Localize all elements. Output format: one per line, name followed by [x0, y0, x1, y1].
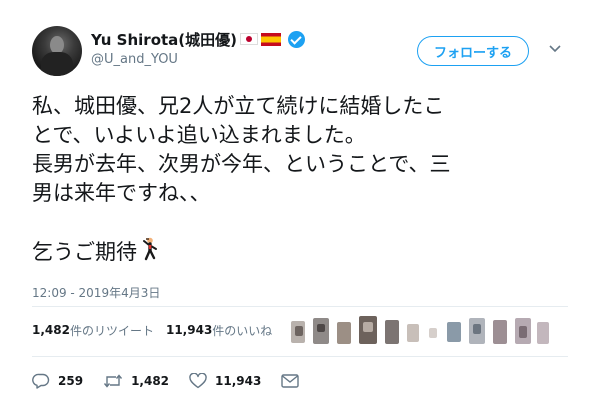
- liker-avatar: [363, 322, 373, 332]
- tweet-closing-line: 乞うご期待: [32, 237, 572, 269]
- tweet-line: とで、いよいよ追い込まれました。: [32, 123, 366, 147]
- tweet-card: Yu Shirota(城田優) @U_and_YOU フォローする 私、城田優、…: [0, 0, 600, 414]
- liker-avatars-pixelated: [291, 312, 551, 350]
- reply-icon: [32, 373, 50, 389]
- verified-badge-icon: [288, 30, 305, 48]
- liker-avatar: [295, 326, 303, 336]
- tweet-line: 男は来年ですね、、: [32, 181, 211, 205]
- man-dancing-emoji-icon: [141, 237, 159, 269]
- envelope-icon: [281, 374, 300, 388]
- tweet-line: 私、城田優、兄2人が立て続けに結婚したこ: [32, 94, 445, 118]
- liker-avatar[interactable]: [429, 328, 437, 338]
- avatar-body: [41, 52, 73, 76]
- liker-avatar: [473, 324, 481, 334]
- display-name[interactable]: Yu Shirota(城田優): [91, 29, 237, 50]
- like-button[interactable]: 11,943: [189, 373, 261, 389]
- liker-avatar: [519, 326, 527, 338]
- action-bar: 259 1,482 11,943: [32, 370, 327, 392]
- divider: [32, 356, 568, 357]
- liker-avatar[interactable]: [337, 322, 351, 344]
- liker-avatar: [317, 324, 325, 332]
- engagement-stats: 1,482 件のリツイート 11,943 件のいいね: [32, 318, 284, 342]
- tweet-line: 長男が去年、次男が今年、ということで、三: [32, 152, 451, 176]
- liker-avatar[interactable]: [385, 320, 399, 344]
- retweets-label[interactable]: 件のリツイート: [70, 322, 154, 339]
- name-badges: [240, 30, 305, 48]
- heart-icon: [189, 373, 207, 389]
- liker-avatar[interactable]: [447, 322, 461, 342]
- retweet-button[interactable]: 1,482: [103, 373, 169, 389]
- japan-flag-icon: [240, 33, 258, 45]
- likes-count[interactable]: 11,943: [166, 323, 212, 337]
- spain-flag-icon: [261, 32, 281, 46]
- follow-button[interactable]: フォローする: [417, 36, 529, 66]
- avatar[interactable]: [32, 26, 82, 76]
- liker-avatar[interactable]: [493, 320, 507, 344]
- reply-count: 259: [58, 374, 84, 388]
- chevron-down-icon[interactable]: [548, 42, 562, 56]
- tweet-text: 私、城田優、兄2人が立て続けに結婚したこ とで、いよいよ追い込まれました。 長男…: [32, 92, 572, 269]
- retweet-count: 1,482: [131, 374, 170, 388]
- liker-avatar[interactable]: [407, 324, 419, 342]
- direct-message-button[interactable]: [281, 374, 307, 388]
- user-handle[interactable]: @U_and_YOU: [91, 52, 178, 67]
- likes-label[interactable]: 件のいいね: [212, 322, 272, 339]
- reply-button[interactable]: 259: [32, 373, 83, 389]
- liker-avatar[interactable]: [537, 322, 549, 344]
- tweet-closing-text: 乞うご期待: [32, 240, 137, 264]
- like-count: 11,943: [215, 374, 262, 388]
- retweets-count[interactable]: 1,482: [32, 323, 70, 337]
- divider: [32, 306, 568, 307]
- tweet-timestamp[interactable]: 12:09 - 2019年4月3日: [32, 284, 160, 301]
- retweet-icon: [104, 374, 123, 388]
